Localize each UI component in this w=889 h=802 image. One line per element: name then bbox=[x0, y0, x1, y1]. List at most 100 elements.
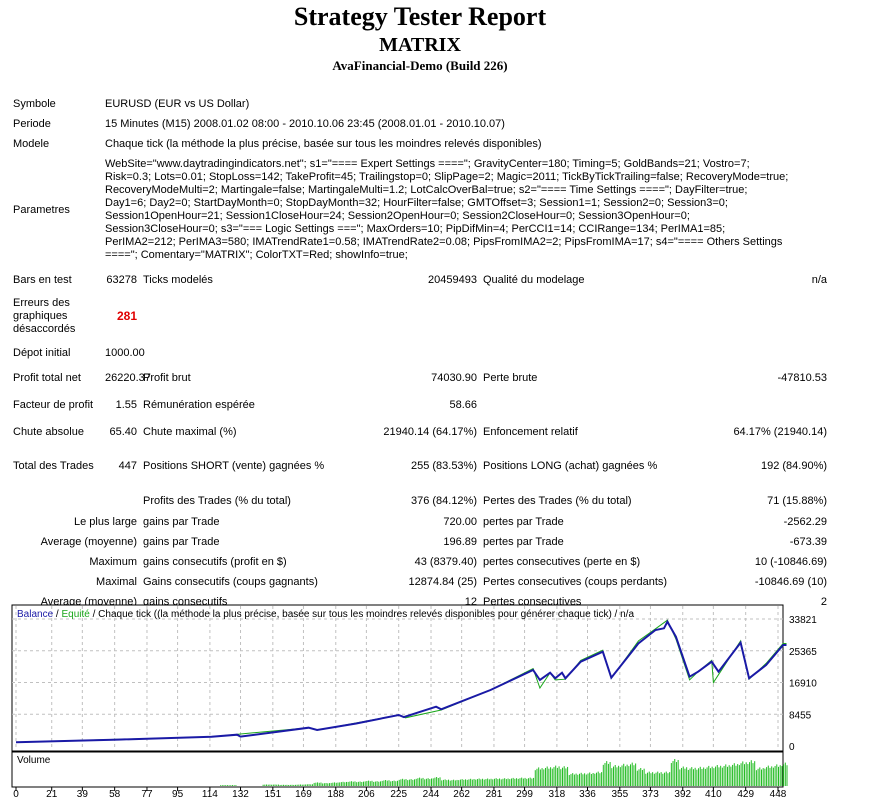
legend-sep: / bbox=[53, 609, 61, 620]
label: Dépot initial bbox=[13, 346, 71, 359]
volume-bar bbox=[725, 764, 727, 786]
volume-bar bbox=[660, 772, 662, 786]
volume-bar bbox=[266, 784, 268, 786]
volume-bar bbox=[641, 770, 643, 786]
volume-bar bbox=[621, 765, 623, 786]
volume-bar bbox=[655, 772, 657, 786]
volume-bar bbox=[334, 782, 336, 786]
volume-bar bbox=[311, 784, 313, 786]
volume-bar bbox=[516, 778, 518, 786]
volume-bar bbox=[624, 766, 626, 786]
volume-bar bbox=[551, 768, 553, 786]
volume-bar bbox=[633, 765, 635, 786]
value: 192 (84.90%) bbox=[760, 459, 828, 472]
volume-bar bbox=[277, 784, 279, 786]
volume-bar bbox=[323, 783, 325, 786]
volume-bar bbox=[735, 765, 737, 786]
volume-bar bbox=[670, 763, 672, 786]
volume-bar bbox=[561, 767, 563, 786]
x-tick-label: 188 bbox=[327, 789, 344, 800]
x-tick-label: 336 bbox=[579, 789, 596, 800]
volume-bar bbox=[330, 782, 332, 786]
volume-bar bbox=[573, 774, 575, 786]
volume-bar bbox=[466, 779, 468, 786]
volume-bar bbox=[667, 773, 669, 786]
volume-bar bbox=[582, 774, 584, 786]
volume-bar bbox=[220, 785, 222, 786]
report-title: Strategy Tester Report bbox=[293, 2, 547, 31]
volume-bar bbox=[232, 785, 234, 786]
value: -47810.53 bbox=[777, 371, 828, 384]
volume-bar bbox=[730, 766, 732, 786]
legend-balance: Balance bbox=[17, 609, 54, 620]
label: Profit brut bbox=[143, 371, 191, 384]
volume-bar bbox=[461, 779, 463, 786]
volume-bar bbox=[779, 765, 781, 786]
volume-bar bbox=[631, 762, 633, 786]
volume-bar bbox=[572, 773, 574, 786]
volume-bar bbox=[619, 767, 621, 786]
value: 255 (83.53%) bbox=[410, 459, 477, 472]
volume-bar bbox=[771, 766, 773, 786]
value: 26220.37 bbox=[105, 371, 151, 384]
volume-bar bbox=[737, 764, 739, 786]
label: pertes consecutives (perte en $) bbox=[483, 555, 641, 568]
value: -673.39 bbox=[789, 535, 828, 548]
volume-bar bbox=[296, 784, 298, 786]
value: n/a bbox=[811, 273, 828, 286]
y-tick-label: 0 bbox=[789, 742, 795, 753]
volume-bar bbox=[487, 778, 489, 786]
volume-bar bbox=[522, 778, 524, 786]
volume-bar bbox=[390, 781, 392, 786]
label: Parametres bbox=[13, 203, 70, 216]
volume-bar bbox=[473, 779, 475, 786]
volume-bar bbox=[713, 768, 715, 786]
volume-bar bbox=[512, 777, 514, 786]
volume-bar bbox=[432, 778, 434, 786]
volume-bar bbox=[320, 782, 322, 786]
volume-bar bbox=[682, 766, 684, 786]
volume-bar bbox=[388, 780, 390, 786]
x-tick-label: 410 bbox=[705, 789, 722, 800]
value: -10846.69 (10) bbox=[754, 575, 828, 588]
volume-bar bbox=[490, 778, 492, 786]
volume-bar bbox=[468, 779, 470, 786]
volume-bar bbox=[665, 771, 667, 786]
volume-bar bbox=[429, 779, 431, 786]
symbol-value: EURUSD (EUR vs US Dollar) bbox=[105, 97, 250, 110]
volume-label: Volume bbox=[17, 755, 51, 766]
volume-bar bbox=[760, 769, 762, 786]
volume-bar bbox=[327, 783, 329, 786]
volume-bar bbox=[376, 781, 378, 786]
volume-bar bbox=[417, 778, 419, 786]
volume-bar bbox=[570, 774, 572, 786]
x-tick-label: 318 bbox=[549, 789, 566, 800]
value: -2562.29 bbox=[783, 515, 828, 528]
x-tick-label: 448 bbox=[770, 789, 787, 800]
volume-bar bbox=[300, 784, 302, 786]
label: Positions SHORT (vente) gagnées % bbox=[143, 459, 325, 472]
value: 74030.90 bbox=[431, 371, 477, 384]
volume-bar bbox=[349, 781, 351, 786]
volume-bar bbox=[534, 770, 536, 786]
volume-bar bbox=[567, 766, 569, 786]
volume-bar bbox=[437, 778, 439, 786]
volume-bar bbox=[716, 765, 718, 786]
volume-bar bbox=[709, 768, 711, 786]
volume-bar bbox=[332, 782, 334, 786]
x-tick-label: 225 bbox=[390, 789, 407, 800]
label: gains consecutifs (profit en $) bbox=[143, 555, 287, 568]
volume-bar bbox=[563, 766, 565, 786]
label: pertes par Trade bbox=[483, 535, 564, 548]
value: 376 (84.12%) bbox=[410, 494, 477, 507]
volume-bar bbox=[599, 773, 601, 786]
value: 58.66 bbox=[449, 398, 477, 411]
volume-bar bbox=[778, 766, 779, 786]
volume-bar bbox=[221, 785, 223, 786]
volume-bar bbox=[743, 764, 745, 786]
volume-bar bbox=[643, 768, 645, 786]
volume-bar bbox=[764, 768, 766, 786]
volume-bar bbox=[568, 775, 570, 786]
volume-bar bbox=[351, 781, 353, 786]
volume-bar bbox=[414, 779, 416, 786]
